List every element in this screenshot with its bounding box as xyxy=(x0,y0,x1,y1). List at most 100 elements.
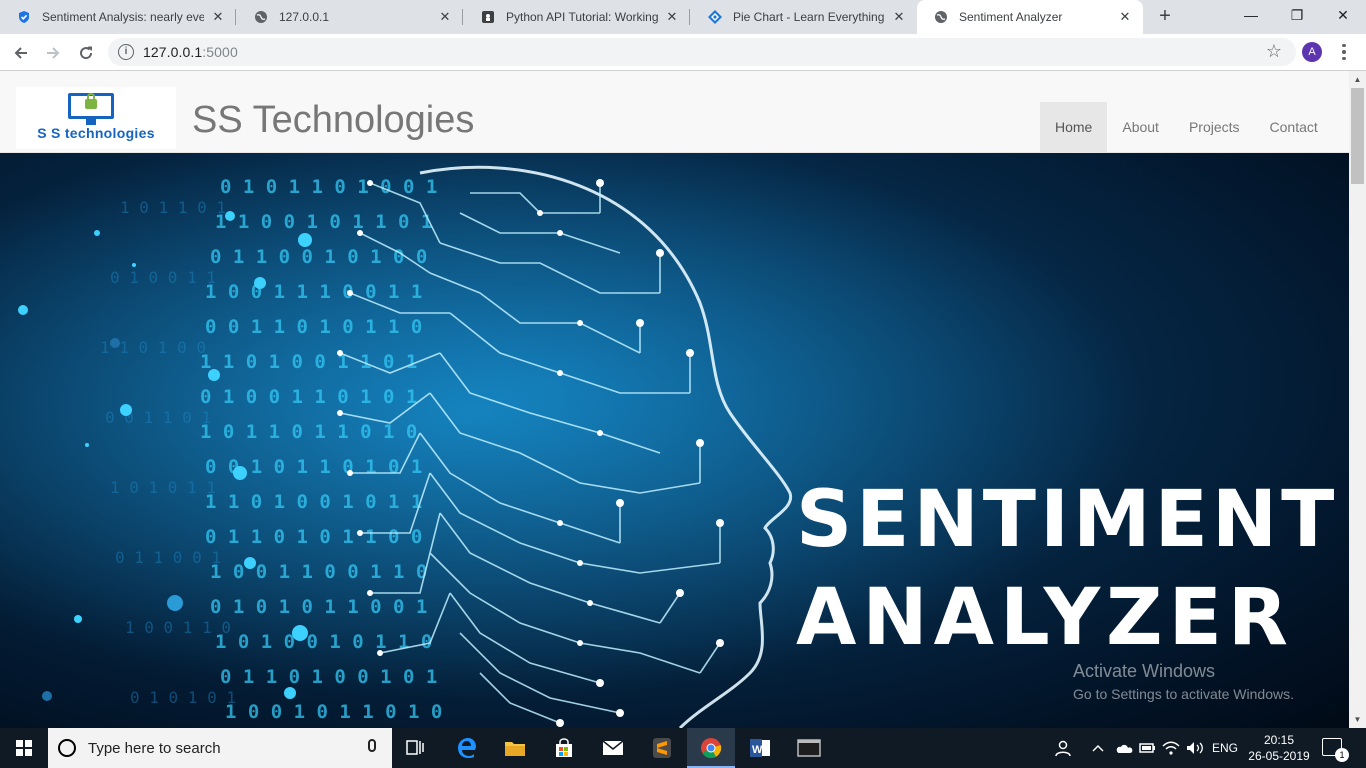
sublime-text-button[interactable] xyxy=(638,728,686,768)
browser-tab-strip: Sentiment Analysis: nearly eve ✕ 127.0.0… xyxy=(0,0,1366,34)
nav-link-home[interactable]: Home xyxy=(1040,102,1108,152)
system-clock[interactable]: 20:15 26-05-2019 xyxy=(1244,732,1314,764)
browser-toolbar: i 127.0.0.1:5000 ☆ A xyxy=(0,34,1366,71)
notification-count-badge: 1 xyxy=(1335,748,1349,762)
tab-title: Sentiment Analyzer xyxy=(959,10,1063,24)
tab-title: Sentiment Analysis: nearly eve xyxy=(42,10,204,24)
shield-check-icon xyxy=(16,9,32,25)
site-logo[interactable]: S S technologies xyxy=(16,87,176,149)
bookmark-star-icon[interactable]: ☆ xyxy=(1266,41,1282,62)
terminal-icon xyxy=(797,739,821,757)
svg-text:0 1 1 0 1 0 0 1 0 1: 0 1 1 0 1 0 0 1 0 1 xyxy=(220,666,437,688)
word-icon: W xyxy=(750,739,770,757)
svg-text:1 0 1 0 1 1: 1 0 1 0 1 1 xyxy=(110,478,216,497)
clock-time: 20:15 xyxy=(1263,733,1295,747)
scroll-up-icon[interactable]: ▲ xyxy=(1349,71,1366,88)
volume-icon[interactable] xyxy=(1185,728,1205,768)
svg-text:0 1 0 0 1 1: 0 1 0 0 1 1 xyxy=(110,268,216,287)
svg-text:1 0 0 1 0 1 1 0 1 0: 1 0 0 1 0 1 1 0 1 0 xyxy=(225,701,442,723)
browser-tab[interactable]: Pie Chart - Learn Everything Ab ✕ xyxy=(691,0,917,34)
svg-text:0 1 0 1 1 0 1 0 0 1: 0 1 0 1 1 0 1 0 0 1 xyxy=(220,176,437,198)
svg-text:1 1 0 0 1 0 1 1 0 1: 1 1 0 0 1 0 1 1 0 1 xyxy=(215,211,432,233)
word-button[interactable]: W xyxy=(736,728,784,768)
svg-text:1 1 0 1 0 0 1 1 0 1: 1 1 0 1 0 0 1 1 0 1 xyxy=(200,351,417,373)
browser-menu-icon[interactable] xyxy=(1338,40,1350,64)
language-indicator[interactable]: ENG xyxy=(1212,728,1238,768)
tab-title: Python API Tutorial: Working w xyxy=(506,10,658,24)
close-tab-icon[interactable]: ✕ xyxy=(210,9,226,25)
browser-tab[interactable]: Python API Tutorial: Working w ✕ xyxy=(464,0,690,34)
edge-icon xyxy=(458,738,476,758)
globe-icon xyxy=(253,9,269,25)
forward-button[interactable] xyxy=(40,40,66,66)
profile-avatar[interactable]: A xyxy=(1302,42,1322,62)
wifi-icon[interactable] xyxy=(1162,728,1180,768)
svg-text:1 0 1 1 0 1 1 0 1 0: 1 0 1 1 0 1 1 0 1 0 xyxy=(200,421,417,443)
browser-tab[interactable]: Sentiment Analysis: nearly eve ✕ xyxy=(0,0,236,34)
scrollbar-thumb[interactable] xyxy=(1351,88,1364,184)
arrow-right-icon xyxy=(47,47,60,59)
nav-link-projects[interactable]: Projects xyxy=(1174,102,1255,152)
close-tab-icon[interactable]: ✕ xyxy=(1117,9,1133,25)
tab-title: 127.0.0.1 xyxy=(279,10,330,24)
task-view-button[interactable] xyxy=(392,728,440,768)
nav-link-contact[interactable]: Contact xyxy=(1255,102,1333,152)
tab-title: Pie Chart - Learn Everything Ab xyxy=(733,10,885,24)
close-tab-icon[interactable]: ✕ xyxy=(437,9,453,25)
windows-logo-icon xyxy=(16,740,32,756)
onedrive-cloud-icon[interactable] xyxy=(1114,728,1134,768)
cortana-icon xyxy=(58,739,76,757)
tray-chevron-up-icon[interactable] xyxy=(1092,728,1104,768)
file-explorer-button[interactable] xyxy=(491,728,539,768)
battery-icon[interactable] xyxy=(1139,728,1157,768)
reload-button[interactable] xyxy=(73,40,99,66)
site-info-icon[interactable]: i xyxy=(118,44,134,60)
tableau-diamond-icon xyxy=(707,9,723,25)
chrome-button[interactable] xyxy=(687,728,735,768)
action-center-icon[interactable]: 1 xyxy=(1322,738,1349,762)
people-icon[interactable] xyxy=(1054,728,1072,768)
svg-text:0 1 0 1 0 1: 0 1 0 1 0 1 xyxy=(130,688,236,707)
new-tab-button[interactable]: + xyxy=(1154,5,1176,27)
logo-text: S S technologies xyxy=(37,125,155,141)
start-button[interactable] xyxy=(0,728,48,768)
svg-text:0 0 1 1 0 1 0 1 1 0: 0 0 1 1 0 1 0 1 1 0 xyxy=(205,316,422,338)
close-tab-icon[interactable]: ✕ xyxy=(891,9,907,25)
chrome-icon xyxy=(701,738,722,759)
microphone-icon[interactable] xyxy=(368,739,376,752)
hero-carousel[interactable]: 0 1 0 1 1 0 1 0 0 1 1 1 0 0 1 0 1 1 0 1 … xyxy=(0,153,1349,728)
mail-icon xyxy=(602,740,624,755)
site-brand[interactable]: SS Technologies xyxy=(192,99,474,142)
site-navbar: S S technologies SS Technologies Home Ab… xyxy=(0,71,1349,153)
back-button[interactable] xyxy=(8,40,34,66)
minimize-button[interactable]: — xyxy=(1228,0,1274,30)
search-placeholder: Type here to search xyxy=(88,740,221,757)
address-bar[interactable]: i 127.0.0.1:5000 ☆ xyxy=(108,38,1296,66)
svg-text:0 1 1 0 1 0 1 1 0 0: 0 1 1 0 1 0 1 1 0 0 xyxy=(205,526,422,548)
store-button[interactable] xyxy=(540,728,588,768)
browser-tab[interactable]: 127.0.0.1 ✕ xyxy=(237,0,463,34)
close-window-button[interactable]: ✕ xyxy=(1320,0,1366,30)
windows-activation-watermark: Activate Windows Go to Settings to activ… xyxy=(1073,661,1294,702)
store-bag-icon xyxy=(556,738,572,757)
sublime-text-icon xyxy=(653,738,671,758)
svg-text:1 0 0 1 1 1 0 0 1 1: 1 0 0 1 1 1 0 0 1 1 xyxy=(205,281,422,303)
browser-tab-active[interactable]: Sentiment Analyzer ✕ xyxy=(917,0,1143,34)
page-viewport: S S technologies SS Technologies Home Ab… xyxy=(0,71,1366,728)
taskbar-search-box[interactable]: Type here to search xyxy=(48,728,392,768)
nav-link-about[interactable]: About xyxy=(1107,102,1174,152)
mail-button[interactable] xyxy=(589,728,637,768)
svg-text:1 1 0 1 0 0 1 0 1 1: 1 1 0 1 0 0 1 0 1 1 xyxy=(205,491,422,513)
page-scrollbar[interactable]: ▲ ▼ xyxy=(1349,71,1366,728)
terminal-button[interactable] xyxy=(785,728,833,768)
close-tab-icon[interactable]: ✕ xyxy=(664,9,680,25)
maximize-button[interactable]: ❐ xyxy=(1274,0,1320,30)
svg-text:0 1 1 0 0 1: 0 1 1 0 0 1 xyxy=(115,548,221,567)
dark-square-icon xyxy=(480,9,496,25)
svg-text:0 1 0 0 1 1 0 1 0 1: 0 1 0 0 1 1 0 1 0 1 xyxy=(200,386,417,408)
scroll-down-icon[interactable]: ▼ xyxy=(1349,711,1366,728)
edge-browser-button[interactable] xyxy=(443,728,491,768)
svg-text:0 1 0 1 0 1 1 0 0 1: 0 1 0 1 0 1 1 0 0 1 xyxy=(210,596,427,618)
svg-text:1 0 1 1 0 1: 1 0 1 1 0 1 xyxy=(120,198,226,217)
globe-icon xyxy=(933,9,949,25)
